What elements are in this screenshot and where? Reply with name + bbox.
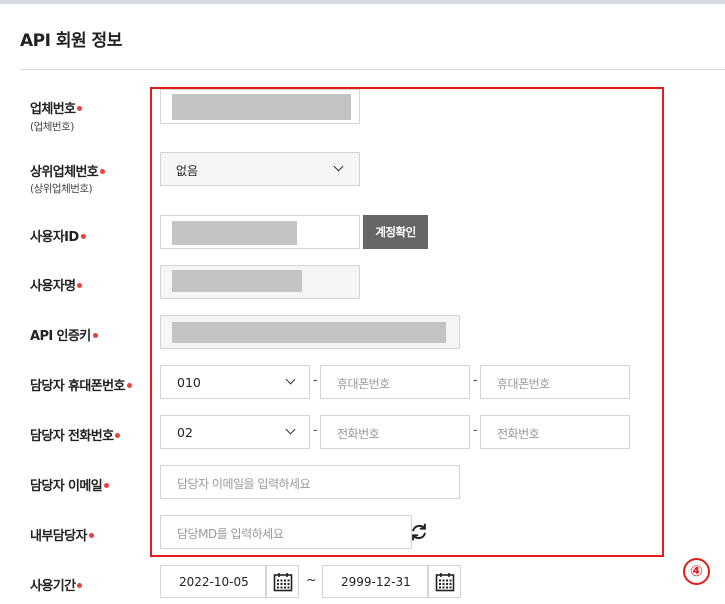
parent-company-no-sublabel: (상위업체번호) — [30, 183, 93, 195]
user-name-label: 사용자명 — [30, 275, 83, 294]
user-id-label: 사용자ID — [30, 226, 86, 245]
internal-manager-label: 내부담당자 — [30, 525, 94, 544]
required-dot — [88, 533, 94, 538]
mobile-label: 담당자 휴대폰번호 — [30, 375, 132, 394]
company-no-label: 업체번호 — [30, 98, 83, 117]
parent-company-no-label: 상위업체번호 — [30, 161, 106, 180]
phone-label: 담당자 전화번호 — [30, 425, 121, 444]
period-label: 사용기간 — [30, 575, 83, 594]
end-date-input[interactable]: 2999-12-31 — [322, 565, 428, 598]
annotation-number: ④ — [683, 558, 710, 585]
required-dot — [77, 583, 83, 588]
start-date-input[interactable]: 2022-10-05 — [160, 565, 266, 598]
calendar-icon — [273, 573, 293, 592]
page-title: API 회원 정보 — [20, 31, 122, 51]
required-dot — [104, 483, 110, 488]
required-dot — [115, 433, 121, 438]
api-key-label: API 인증키 — [30, 325, 98, 344]
end-date-value: 2999-12-31 — [341, 575, 411, 589]
calendar-icon — [435, 573, 455, 592]
required-dot — [126, 383, 132, 388]
start-calendar-button[interactable] — [266, 565, 299, 598]
date-separator: ~ — [306, 573, 317, 588]
email-label: 담당자 이메일 — [30, 475, 110, 494]
required-dot — [100, 169, 106, 174]
required-dot — [80, 234, 86, 239]
start-date-value: 2022-10-05 — [179, 575, 249, 589]
end-calendar-button[interactable] — [428, 565, 461, 598]
company-no-sublabel: (업체번호) — [30, 121, 74, 133]
required-dot — [77, 106, 83, 111]
top-border — [0, 0, 725, 4]
title-divider — [20, 69, 725, 70]
required-dot — [77, 283, 83, 288]
highlight-box — [150, 87, 664, 557]
required-dot — [92, 333, 98, 338]
